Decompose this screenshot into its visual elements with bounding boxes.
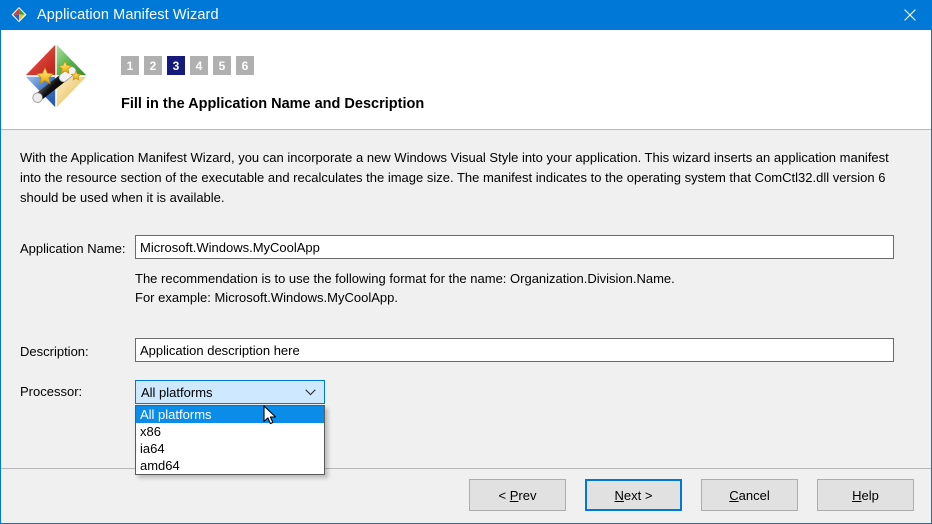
step-3: 3 [167,56,185,75]
cancel-button[interactable]: Cancel [701,479,798,511]
wizard-magic-wand-icon [17,38,95,116]
application-manifest-wizard-window: Application Manifest Wizard [0,0,932,524]
prev-button[interactable]: < Prev [469,479,566,511]
dropdown-option-all-platforms[interactable]: All platforms [136,406,324,423]
application-name-label: Application Name: [20,241,126,256]
step-indicator: 1 2 3 4 5 6 [121,56,254,75]
processor-dropdown-list[interactable]: All platforms x86 ia64 amd64 [135,405,325,475]
help-button-label: Help [852,488,879,503]
step-6: 6 [236,56,254,75]
close-icon[interactable] [887,0,932,30]
description-label: Description: [20,344,89,359]
intro-paragraph: With the Application Manifest Wizard, yo… [20,148,902,208]
dropdown-option-amd64[interactable]: amd64 [136,457,324,474]
processor-combobox[interactable]: All platforms [135,380,325,404]
window-title: Application Manifest Wizard [37,7,219,23]
next-button[interactable]: Next > [585,479,682,511]
prev-button-label: < Prev [499,488,537,503]
cancel-button-label: Cancel [729,488,769,503]
dropdown-option-ia64[interactable]: ia64 [136,440,324,457]
next-button-label: Next > [615,488,653,503]
dropdown-option-x86[interactable]: x86 [136,423,324,440]
step-1: 1 [121,56,139,75]
chevron-down-icon [305,389,316,396]
processor-label: Processor: [20,384,82,399]
step-5: 5 [213,56,231,75]
description-input[interactable] [135,338,894,362]
application-name-hint: The recommendation is to use the followi… [135,269,675,307]
application-name-input[interactable] [135,235,894,259]
app-manifest-diamond-icon [10,6,28,24]
processor-selected-value: All platforms [141,385,305,400]
wizard-footer: < Prev Next > Cancel Help [1,469,931,522]
title-bar: Application Manifest Wizard [1,0,932,30]
step-2: 2 [144,56,162,75]
step-4: 4 [190,56,208,75]
wizard-body: With the Application Manifest Wizard, yo… [1,131,931,468]
wizard-header: 1 2 3 4 5 6 Fill in the Application Name… [1,30,932,130]
page-title: Fill in the Application Name and Descrip… [121,96,424,112]
help-button[interactable]: Help [817,479,914,511]
button-bar: < Prev Next > Cancel Help [469,479,914,511]
